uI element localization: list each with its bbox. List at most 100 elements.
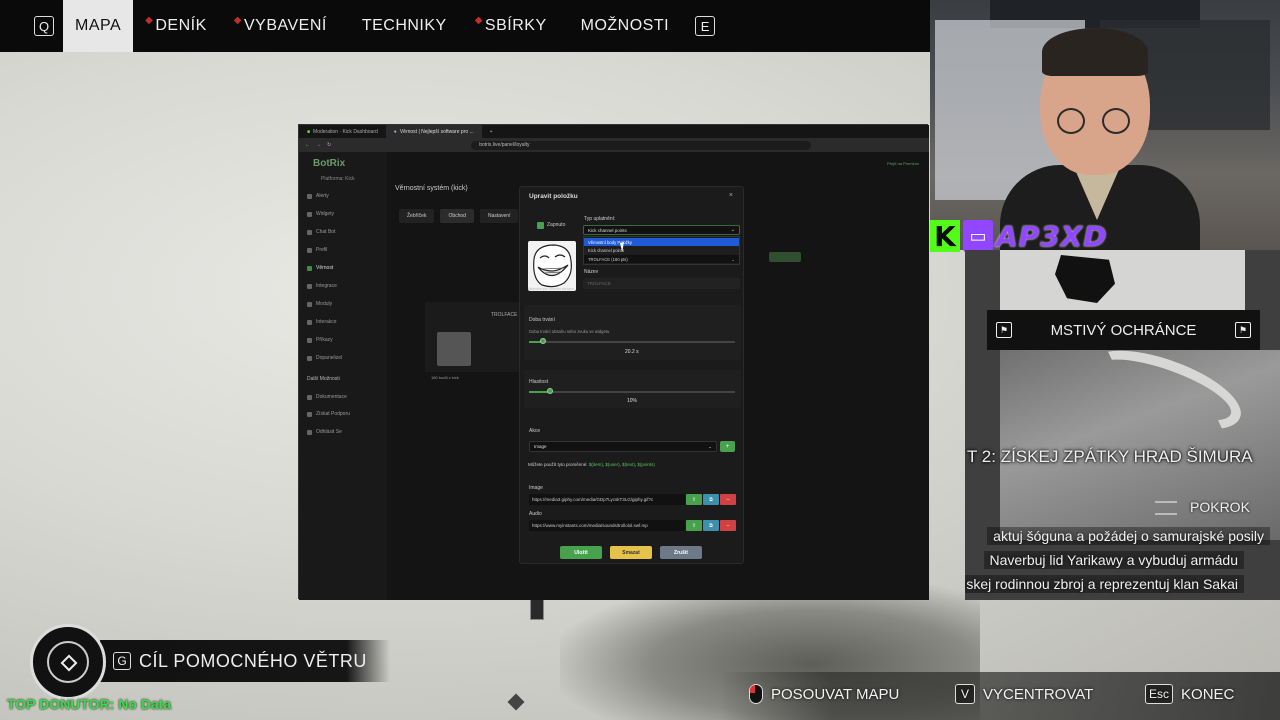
variables-hint: Můžete použít tyto proměnné: $(item), $(… [528, 462, 655, 467]
cancel-button[interactable]: Zrušit [660, 546, 702, 559]
audio-label: Audio [529, 511, 542, 517]
progress-label: POKROK [1190, 499, 1250, 515]
objective-item: skej rodinnou zbroj a reprezentuj klan S… [965, 575, 1244, 593]
wind-key[interactable]: G [113, 652, 131, 670]
sidebar-item-podpora[interactable]: Získat Podporu [307, 411, 350, 417]
sidebar-item-chatbot[interactable]: Chat Bot [307, 229, 335, 235]
nav-prev-key[interactable]: Q [34, 16, 54, 36]
sidebar-item-vernost[interactable]: Věrnost [307, 265, 333, 271]
nav-tab-label: SBÍRKY [484, 17, 547, 34]
nav-tab-sbirky[interactable]: ◆ SBÍRKY [475, 0, 547, 52]
volume-slider-track[interactable] [529, 391, 735, 393]
enabled-checkbox[interactable] [537, 222, 544, 229]
page-action-button[interactable] [769, 252, 801, 262]
wind-label: CÍL POMOCNÉHO VĚTRU [139, 650, 367, 671]
nav-tab-moznosti[interactable]: MOŽNOSTI [581, 0, 669, 52]
duration-label: Doba trvání [529, 317, 555, 323]
url-input[interactable]: botrix.live/panel/loyalty [471, 140, 812, 150]
webcam-hair [1042, 28, 1148, 76]
add-action-button[interactable]: + [720, 441, 735, 452]
platform-label: Platforma: Kick [321, 176, 355, 182]
sidebar-item-moduly[interactable]: Moduly [307, 301, 332, 307]
sidebar-item-odhlasit[interactable]: Odhlásit Se [307, 429, 342, 435]
item-image-upload[interactable] [528, 241, 576, 291]
duration-slider-track[interactable] [529, 341, 735, 343]
remove-audio-icon[interactable]: – [720, 520, 736, 531]
sidebar-item-widgety[interactable]: Widgety [307, 211, 334, 217]
close-icon[interactable]: × [729, 192, 733, 199]
recenter-hint[interactable]: V VYCENTROVAT [955, 683, 1093, 705]
sidebar-item-prikazy[interactable]: Příkazy [307, 337, 333, 343]
upload-audio-icon[interactable]: ⇧ [686, 520, 702, 531]
dropdown-option[interactable]: Kick channel points [584, 246, 739, 254]
exit-hint[interactable]: Esc KONEC [1145, 683, 1234, 705]
forward-icon[interactable]: → [316, 142, 321, 148]
flag-next-icon[interactable]: ⚑ [1235, 322, 1251, 338]
action-select[interactable]: Image ⌄ [529, 441, 717, 452]
card-title: TROLFACE [491, 312, 518, 318]
guiding-wind-bar: G CÍL POMOCNÉHO VĚTRU [100, 640, 390, 682]
quest-banner: ⚑ MSTIVÝ OCHRÁNCE ⚑ [987, 310, 1260, 350]
upload-image-icon[interactable]: ⇧ [686, 494, 702, 505]
sidebar-item-dokumentace[interactable]: Dokumentace [307, 394, 347, 400]
browser-tab-active[interactable]: ● Věrnost | Nejlepší software pro ... [385, 125, 482, 138]
remove-image-icon[interactable]: – [720, 494, 736, 505]
sidebar-section-more: Další Možnosti [307, 376, 340, 382]
audio-url-input[interactable]: https://www.myinstants.com/media/sounds/… [529, 520, 685, 531]
new-tab-button[interactable]: + [482, 125, 501, 138]
flag-prev-icon[interactable]: ⚑ [996, 322, 1012, 338]
new-indicator-icon: ◆ [474, 14, 483, 26]
volume-slider-handle[interactable] [546, 388, 553, 394]
sidebar-item-profil[interactable]: Prefil [307, 247, 327, 253]
duration-slider-handle[interactable] [540, 338, 547, 344]
premium-link[interactable]: Přejít na Premium [887, 161, 919, 166]
tab-zebricek[interactable]: Žebříček [399, 209, 435, 223]
top-donor-label: TOP DONUTOR: No Data [7, 696, 172, 712]
sidebar-item-integrace[interactable]: Integrace [307, 283, 337, 289]
kick-favicon-icon: ■ [307, 128, 311, 135]
sidebar-item-alerty[interactable]: Alerty [307, 193, 329, 199]
browser-tab[interactable]: ■ Moderation · Kick Dashboard [299, 125, 386, 138]
nav-next-key[interactable]: E [695, 16, 716, 36]
preview-image-icon[interactable]: ⧉ [703, 494, 719, 505]
save-button[interactable]: Uložit [560, 546, 602, 559]
trollface-image [533, 244, 572, 288]
dropdown-option[interactable]: TROLFACE (180 pts) ⌄ [584, 255, 739, 263]
nav-tab-denik[interactable]: ◆ DENÍK [145, 0, 207, 52]
nav-tab-vybaveni[interactable]: ◆ VYBAVENÍ [234, 0, 327, 52]
name-input[interactable]: TROLFACE [583, 278, 740, 289]
vars-prefix: Můžete použít tyto proměnné: [528, 462, 588, 467]
new-indicator-icon: ◆ [233, 14, 242, 26]
volume-value: 10% [627, 398, 638, 404]
glasses-right [1102, 108, 1130, 134]
play-audio-icon[interactable]: ⧉ [703, 520, 719, 531]
reload-icon[interactable]: ↻ [327, 142, 331, 148]
objective-item: Naverbuj lid Yarikawy a vybuduj armádu [983, 551, 1244, 569]
var-text: $(text) [622, 462, 635, 467]
dropdown-option[interactable]: Věrnostní body Položky [584, 238, 739, 246]
image-url-input[interactable]: https://media3.giphy.com/media/GDp7Lycsk… [529, 494, 685, 505]
tab-nastaveni[interactable]: Nastavení [479, 209, 519, 223]
nav-tab-techniky[interactable]: TECHNIKY [362, 0, 447, 52]
delete-button[interactable]: Smazat [610, 546, 652, 559]
back-icon[interactable]: ← [305, 142, 310, 148]
duration-description: Doba trvání obsahu nebo zvuku ve widgetu [529, 329, 610, 334]
progress-icon [1155, 501, 1177, 515]
tab-title: Věrnost | Nejlepší software pro ... [399, 128, 474, 135]
nav-tab-label: MOŽNOSTI [580, 17, 670, 34]
move-map-hint[interactable]: POSOUVAT MAPU [749, 683, 899, 705]
botrix-logo[interactable]: BotRix [313, 158, 345, 169]
nav-tab-mapa[interactable]: MAPA [63, 0, 134, 52]
address-bar: ← → ↻ botrix.live/panel/loyalty [299, 138, 929, 152]
var-item: $(item) [588, 462, 603, 467]
sidebar-item-interakce[interactable]: Interakce [307, 319, 337, 325]
tab-obchod[interactable]: Obchod [440, 209, 474, 223]
enabled-label: Zapnuto [547, 222, 566, 228]
type-select[interactable]: Kick channel points ⌄ [583, 225, 740, 235]
sidebar: BotRix Platforma: Kick Alerty Widgety Ch… [299, 152, 387, 600]
action-select-value: Image [534, 444, 547, 449]
map-marker-icon[interactable] [530, 598, 544, 620]
sidebar-item-dopanelizel[interactable]: Dopanelizel [307, 355, 342, 361]
card-image [437, 332, 471, 366]
type-dropdown: Věrnostní body Položky Kick channel poin… [583, 236, 740, 265]
